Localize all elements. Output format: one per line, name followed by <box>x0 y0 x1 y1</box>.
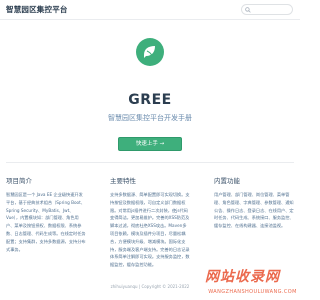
search-icon <box>245 7 251 13</box>
feature-title: 内置功能 <box>214 177 240 185</box>
navbar: 智慧园区集控平台 <box>0 0 300 20</box>
search-input[interactable] <box>241 4 293 15</box>
hero-tagline: 智慧园区集控平台开发手册 <box>108 114 192 122</box>
watermark-subtext: WANGZHANSHOULUWANG.COM <box>208 289 297 295</box>
feature-text: 用户管理、部门管理、岗位管理、菜单管理、角色管理、字典管理、参数管理、通知公告、… <box>214 192 294 229</box>
get-started-button[interactable]: 快速上手 → <box>118 137 182 151</box>
feature-title: 主要特性 <box>110 177 136 185</box>
features-section: 项目简介 智慧园区是一个 Java EE 企业级快速开发平台，基于经典技术组合（… <box>6 162 294 267</box>
watermark-text: 网站收录网 <box>205 269 280 285</box>
site-title-link[interactable]: 智慧园区集控平台 <box>6 4 68 15</box>
logo-leaf-icon <box>144 46 155 58</box>
feature-project-intro: 项目简介 智慧园区是一个 Java EE 企业级快速开发平台，基于经典技术组合（… <box>6 175 86 253</box>
hero-title: GREE <box>128 92 172 108</box>
feature-main-features: 主要特性 支持多数据源、简单配置即可实现切换。支持按钮及数据权限，可自定义部门数… <box>110 175 190 269</box>
hero-section: GREE 智慧园区集控平台开发手册 快速上手 → <box>0 20 300 160</box>
feature-text: 智慧园区是一个 Java EE 企业级快速开发平台，基于经典技术组合（Sprin… <box>6 192 86 252</box>
feature-text: 支持多数据源、简单配置即可实现切换。支持按钮及数据权限，可自定义部门数据权限。对… <box>110 192 190 268</box>
watermark-logo: 网站收录网 WANGZHANSHOULUWANG.COM <box>205 262 300 300</box>
feature-title: 项目简介 <box>6 177 32 185</box>
feature-built-in: 内置功能 用户管理、部门管理、岗位管理、菜单管理、角色管理、字典管理、参数管理、… <box>214 175 294 230</box>
gree-logo <box>136 38 164 66</box>
